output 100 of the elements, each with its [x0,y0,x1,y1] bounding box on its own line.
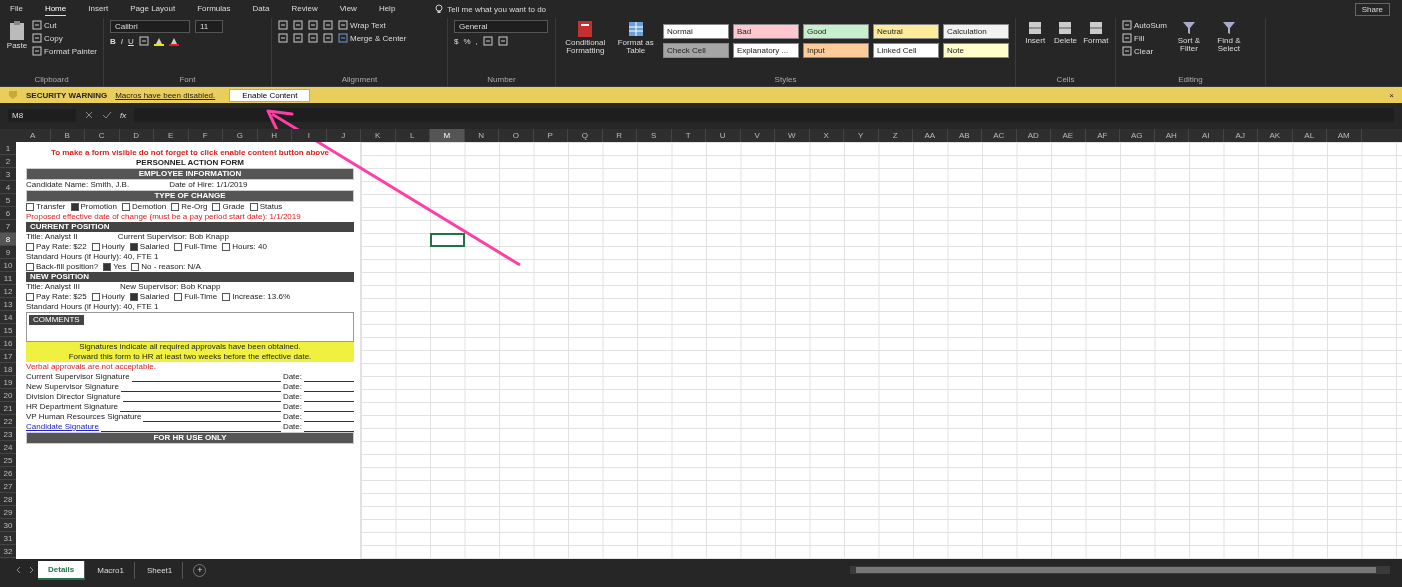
font-color-icon[interactable] [168,36,179,46]
sheet-tab[interactable]: Details [38,560,86,580]
checkbox-label: Salaried [139,292,170,302]
ribbon-tab[interactable]: Page Layout [130,2,176,16]
checkbox-label: Demotion [131,202,167,212]
cell-style[interactable]: Check Cell [663,43,729,58]
ribbon-tab[interactable]: Insert [88,2,109,16]
cells-button[interactable]: Format [1082,20,1109,46]
paste-button[interactable]: Paste [6,20,29,51]
ribbon-tab[interactable]: Data [252,2,270,16]
ribbon-tab[interactable]: File [10,2,23,16]
checkbox[interactable] [171,203,180,211]
number-format-button[interactable]: , [475,36,478,46]
insert-cells-icon[interactable] [1027,20,1044,36]
date-label: Date: [282,422,302,432]
checkbox[interactable] [103,263,112,271]
checkbox[interactable] [249,203,258,211]
enable-content-button[interactable]: Enable Content [229,88,311,102]
close-button[interactable]: × [1389,90,1394,100]
ribbon-tab[interactable]: Help [378,2,396,16]
table-icon[interactable] [626,20,645,38]
warning-message[interactable]: Macros have been disabled. [115,90,216,100]
tell-me-search[interactable]: Tell me what you want to do [435,4,547,14]
sheet-tab[interactable]: Sheet1 [136,561,184,579]
font-style-button[interactable]: U [128,36,134,46]
sort-filter-button[interactable]: Sort & Filter [1170,20,1207,54]
checkbox[interactable] [129,243,138,251]
checkbox[interactable] [91,243,100,251]
checkbox-label: Promotion [80,202,117,212]
formula-input[interactable] [134,108,1394,122]
cell-style[interactable]: Calculation [943,24,1009,39]
editing-button[interactable]: Clear [1122,46,1167,56]
number-format-field[interactable]: General [454,20,548,33]
checkbox[interactable] [174,243,183,251]
funnel-icon[interactable] [1180,20,1197,36]
cell-style[interactable]: Input [803,43,869,58]
cell-style[interactable]: Good [803,24,869,39]
editing-button[interactable]: AutoSum [1122,20,1167,30]
font-style-button[interactable]: B [110,36,116,46]
fill-color-icon[interactable] [153,36,164,46]
checkbox[interactable] [26,243,34,251]
checkbox[interactable] [26,203,34,211]
number-format-button[interactable]: $ [454,36,459,46]
ribbon-tab[interactable]: Home [44,2,67,16]
clipboard-button[interactable]: Cut [32,20,97,30]
checkbox[interactable] [131,263,140,271]
font-size-field[interactable]: 11 [195,20,223,33]
checkbox[interactable] [70,203,79,211]
checkbox[interactable] [91,293,100,301]
checkbox[interactable] [212,203,221,211]
conditional-format-icon[interactable] [576,20,595,38]
wrap-text-button[interactable]: Wrap Text [338,20,386,30]
editing-button[interactable]: Fill [1122,33,1167,43]
share-button[interactable]: Share [1354,2,1390,16]
clipboard-button[interactable]: Copy [32,33,97,43]
find-select-button[interactable]: Find & Select [1210,20,1247,54]
checkbox[interactable] [222,293,231,301]
horizontal-scrollbar[interactable] [850,566,1390,574]
font-style-button[interactable]: I [120,36,123,46]
column-header[interactable]: M [430,129,465,142]
delete-cells-icon[interactable] [1057,20,1074,36]
conditional-formatting-label: Conditional Formatting [564,39,607,56]
checkbox[interactable] [222,243,231,251]
cell-style[interactable]: Note [943,43,1009,58]
checkbox[interactable] [174,293,183,301]
checkbox-label: Back-fill position? [36,262,99,272]
name-box[interactable]: M8 [8,108,76,122]
selected-cell[interactable] [430,233,465,247]
format-cells-icon[interactable] [1087,20,1104,36]
signature-link[interactable]: Candidate Signature [26,422,99,432]
format-table-button[interactable]: Format as Table [612,20,659,56]
cell-style[interactable]: Bad [733,24,799,39]
checkbox[interactable] [26,293,34,301]
checkbox[interactable] [129,293,138,301]
lightbulb-icon[interactable] [435,4,444,14]
highlighted-text: Signatures indicate all required approvals have been obtained. [26,342,354,352]
checkbox[interactable] [121,203,130,211]
sheet-tab[interactable]: Macro1 [87,561,135,579]
conditional-formatting-button[interactable]: Conditional Formatting [562,20,609,56]
font-name-field[interactable]: Calibri [110,20,190,33]
scrollbar-thumb[interactable] [856,567,1376,573]
cells-button[interactable]: Delete [1052,20,1079,46]
ribbon-tab[interactable]: Review [291,2,318,16]
cancel-icon[interactable] [84,110,94,120]
date-label: Date: [282,402,302,412]
ribbon-tab[interactable]: View [339,2,357,16]
checkbox[interactable] [26,263,34,271]
cell-style[interactable]: Linked Cell [873,43,939,58]
cell-style[interactable]: Explanatory ... [733,43,799,58]
cell-style[interactable]: Normal [663,24,729,39]
cells-button[interactable]: Insert [1022,20,1049,46]
checkbox-label: Yes [113,262,127,272]
row-header[interactable]: 8 [0,233,16,246]
confirm-icon[interactable] [102,110,112,120]
ribbon-tab[interactable]: Formulas [197,2,231,16]
cell-style[interactable]: Neutral [873,24,939,39]
number-format-button[interactable]: % [463,36,471,46]
merge-center-button[interactable]: Merge & Center [338,33,407,43]
clipboard-button[interactable]: Format Painter [32,46,97,56]
insert-function-button[interactable]: fx [120,110,127,120]
